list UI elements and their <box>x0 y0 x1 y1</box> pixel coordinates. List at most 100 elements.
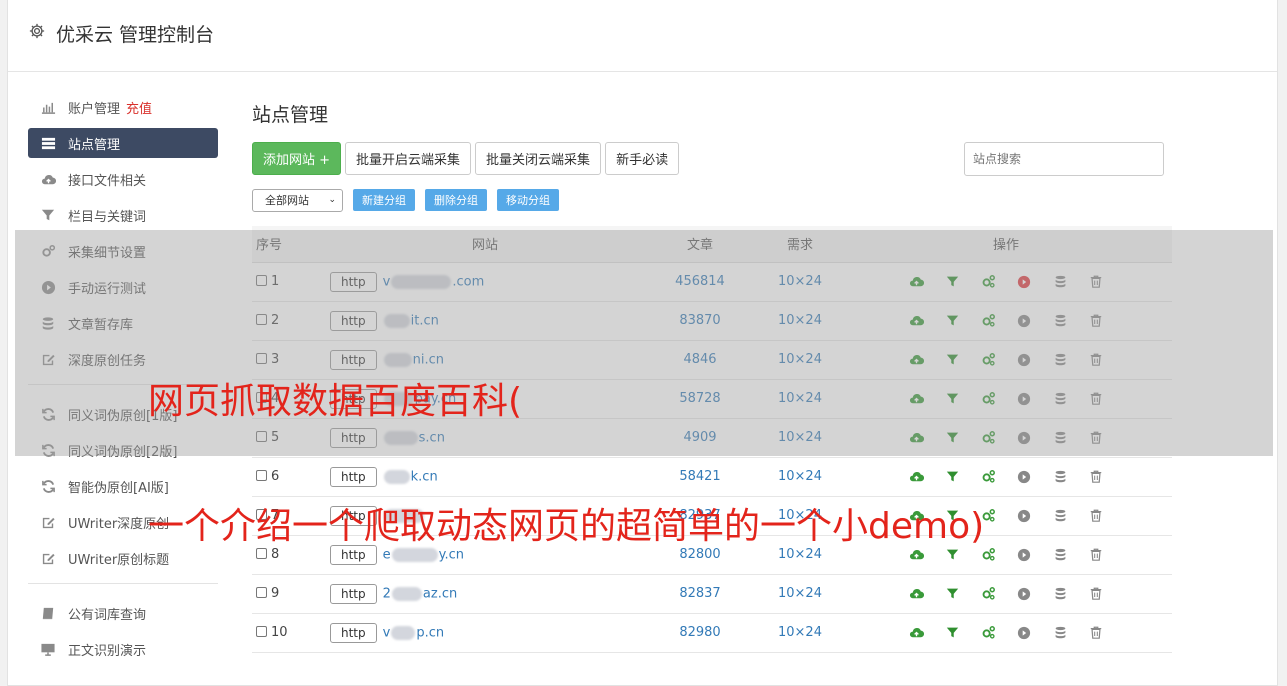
trash-icon[interactable] <box>1088 313 1104 329</box>
cogs-icon[interactable] <box>980 586 996 602</box>
row-demand[interactable]: 10×24 <box>760 301 840 341</box>
cloud-upload-icon[interactable] <box>908 274 924 290</box>
row-demand[interactable]: 10×24 <box>760 457 840 497</box>
row-articles[interactable]: 82937 <box>640 496 760 536</box>
http-badge[interactable]: http <box>330 622 377 643</box>
database-icon[interactable] <box>1052 274 1068 290</box>
move-group-button[interactable]: 移动分组 <box>497 189 559 211</box>
sidebar-item-a-4[interactable]: 采集细节设置 <box>28 236 218 266</box>
trash-icon[interactable] <box>1088 508 1104 524</box>
cogs-icon[interactable] <box>980 508 996 524</box>
database-icon[interactable] <box>1052 625 1068 641</box>
sidebar-item-b-0[interactable]: 同义词伪原创[1版] <box>28 399 218 429</box>
trash-icon[interactable] <box>1088 352 1104 368</box>
filter-icon[interactable] <box>944 508 960 524</box>
new-group-button[interactable]: 新建分组 <box>353 189 415 211</box>
delete-group-button[interactable]: 删除分组 <box>425 189 487 211</box>
row-checkbox[interactable] <box>256 548 267 559</box>
http-badge[interactable]: http <box>330 466 377 487</box>
row-demand[interactable]: 10×24 <box>760 262 840 302</box>
trash-icon[interactable] <box>1088 586 1104 602</box>
cloud-upload-icon[interactable] <box>908 352 924 368</box>
row-checkbox[interactable] <box>256 353 267 364</box>
sidebar-item-a-1[interactable]: 站点管理 <box>28 128 218 158</box>
cloud-upload-icon[interactable] <box>908 313 924 329</box>
cogs-icon[interactable] <box>980 274 996 290</box>
site-url-prefix[interactable]: e <box>383 547 391 562</box>
play-circle-icon[interactable] <box>1016 547 1032 563</box>
group-select[interactable]: 全部网站 ⌄ <box>252 188 343 212</box>
cloud-upload-icon[interactable] <box>908 430 924 446</box>
cogs-icon[interactable] <box>980 352 996 368</box>
cogs-icon[interactable] <box>980 313 996 329</box>
filter-icon[interactable] <box>944 586 960 602</box>
recharge-link[interactable]: 充值 <box>126 98 152 117</box>
site-url-suffix[interactable]: k.cn <box>411 469 438 484</box>
sidebar-item-b-1[interactable]: 同义词伪原创[2版] <box>28 435 218 465</box>
sidebar-item-a-0[interactable]: 账户管理 充值 <box>28 92 218 122</box>
sidebar-item-b-3[interactable]: UWriter深度原创 <box>28 507 218 537</box>
row-demand[interactable]: 10×24 <box>760 418 840 458</box>
site-url-suffix[interactable]: y.cn <box>439 547 464 562</box>
sidebar-item-a-2[interactable]: 接口文件相关 <box>28 164 218 194</box>
trash-icon[interactable] <box>1088 625 1104 641</box>
row-checkbox[interactable] <box>256 587 267 598</box>
site-url-suffix[interactable]: pay.cn <box>415 391 457 406</box>
sidebar-item-a-6[interactable]: 文章暂存库 <box>28 308 218 338</box>
row-demand[interactable]: 10×24 <box>760 535 840 575</box>
cogs-icon[interactable] <box>980 625 996 641</box>
row-articles[interactable]: 58421 <box>640 457 760 497</box>
cloud-upload-icon[interactable] <box>908 625 924 641</box>
row-articles[interactable]: 58728 <box>640 379 760 419</box>
filter-icon[interactable] <box>944 391 960 407</box>
site-search-input[interactable] <box>964 142 1164 176</box>
database-icon[interactable] <box>1052 508 1068 524</box>
filter-icon[interactable] <box>944 547 960 563</box>
filter-icon[interactable] <box>944 469 960 485</box>
site-url-suffix[interactable]: .com <box>452 274 484 289</box>
row-checkbox[interactable] <box>256 431 267 442</box>
site-url-prefix[interactable]: v <box>383 274 391 289</box>
filter-icon[interactable] <box>944 274 960 290</box>
site-url-suffix[interactable]: az.cn <box>423 586 457 601</box>
site-url-suffix[interactable]: ni.cn <box>413 352 444 367</box>
site-url-suffix[interactable]: it.cn <box>411 313 439 328</box>
database-icon[interactable] <box>1052 352 1068 368</box>
sidebar-item-b-2[interactable]: 智能伪原创[AI版] <box>28 471 218 501</box>
database-icon[interactable] <box>1052 469 1068 485</box>
play-circle-icon[interactable] <box>1016 352 1032 368</box>
row-articles[interactable]: 83870 <box>640 301 760 341</box>
sidebar-item-a-7[interactable]: 深度原创任务 <box>28 344 218 374</box>
database-icon[interactable] <box>1052 313 1068 329</box>
site-url-suffix[interactable]: s.cn <box>419 430 445 445</box>
play-circle-icon[interactable] <box>1016 586 1032 602</box>
sidebar-item-c-0[interactable]: 公有词库查询 <box>28 598 218 628</box>
trash-icon[interactable] <box>1088 274 1104 290</box>
sidebar-item-a-3[interactable]: 栏目与关键词 <box>28 200 218 230</box>
row-articles[interactable]: 82980 <box>640 613 760 653</box>
play-circle-icon[interactable] <box>1016 508 1032 524</box>
http-badge[interactable]: http <box>330 388 377 409</box>
http-badge[interactable]: http <box>330 505 377 526</box>
row-demand[interactable]: 10×24 <box>760 574 840 614</box>
row-checkbox[interactable] <box>256 626 267 637</box>
cloud-upload-icon[interactable] <box>908 547 924 563</box>
cloud-upload-icon[interactable] <box>908 586 924 602</box>
http-badge[interactable]: http <box>330 583 377 604</box>
site-url-prefix[interactable]: 2 <box>383 586 391 601</box>
row-checkbox[interactable] <box>256 275 267 286</box>
cogs-icon[interactable] <box>980 391 996 407</box>
row-demand[interactable]: 10×24 <box>760 613 840 653</box>
database-icon[interactable] <box>1052 547 1068 563</box>
row-articles[interactable]: 4909 <box>640 418 760 458</box>
cloud-upload-icon[interactable] <box>908 469 924 485</box>
row-demand[interactable]: 10×24 <box>760 340 840 380</box>
filter-icon[interactable] <box>944 625 960 641</box>
play-circle-icon[interactable] <box>1016 469 1032 485</box>
cogs-icon[interactable] <box>980 547 996 563</box>
filter-icon[interactable] <box>944 352 960 368</box>
play-circle-icon[interactable] <box>1016 313 1032 329</box>
row-articles[interactable]: 4846 <box>640 340 760 380</box>
row-demand[interactable]: 10×24 <box>760 496 840 536</box>
row-checkbox[interactable] <box>256 392 267 403</box>
